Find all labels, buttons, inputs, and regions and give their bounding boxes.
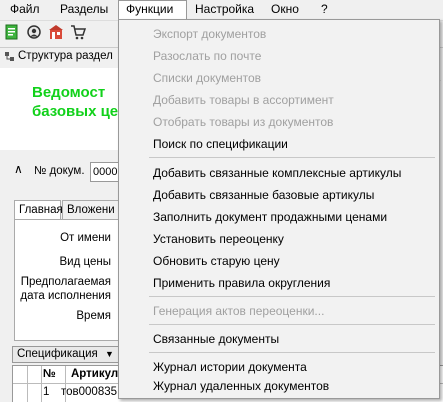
menu-separator (149, 352, 435, 353)
menu-item-fill-sale-prices[interactable]: Заполнить документ продажными ценами (153, 209, 387, 225)
structure-label[interactable]: Структура раздел (18, 50, 113, 62)
menu-item-add-base-articles[interactable]: Добавить связанные базовые артикулы (153, 187, 374, 203)
menu-item-document-history-log[interactable]: Журнал истории документа (153, 359, 307, 375)
dropdown-arrow-icon: ▼ (104, 349, 114, 359)
menu-item-generate-revaluation-acts[interactable]: Генерация актов переоценки... (153, 303, 324, 319)
menu-sections[interactable]: Разделы (57, 0, 111, 19)
functions-menu: Экспорт документов Разослать по почте Сп… (118, 19, 440, 399)
price-type-label: Вид цены (59, 256, 111, 268)
gear-person-icon[interactable] (26, 24, 42, 40)
spec-button[interactable]: Спецификация ▼ (12, 346, 119, 363)
menu-item-document-lists[interactable]: Списки документов (153, 70, 261, 86)
menu-separator (149, 157, 435, 158)
menu-help[interactable]: ? (318, 0, 331, 19)
tree-icon (5, 52, 14, 61)
menu-item-send-by-mail[interactable]: Разослать по почте (153, 48, 261, 64)
menu-item-search-spec[interactable]: Поиск по спецификации (153, 136, 288, 152)
menu-item-add-complex-articles[interactable]: Добавить связанные комплексные артикулы (153, 165, 401, 181)
tab-attachments[interactable]: Вложени (62, 200, 122, 220)
document-title-line2: базовых це (32, 103, 119, 120)
expected-date-label-2: дата исполнения (20, 290, 111, 302)
menu-item-export-documents[interactable]: Экспорт документов (153, 26, 266, 42)
collapse-chevron-icon[interactable]: ∧ (14, 162, 23, 176)
row-no[interactable]: 1 (43, 386, 49, 398)
new-document-icon[interactable] (4, 24, 20, 40)
menu-bar: Файл Разделы Функции Настройка Окно ? (0, 0, 443, 19)
menu-settings[interactable]: Настройка (192, 0, 257, 19)
menu-file[interactable]: Файл (7, 0, 43, 19)
menu-item-select-from-documents[interactable]: Отобрать товары из документов (153, 114, 333, 130)
menu-item-update-old-price[interactable]: Обновить старую цену (153, 253, 280, 269)
menu-window[interactable]: Окно (268, 0, 302, 19)
menu-separator (149, 324, 435, 325)
menu-item-related-documents[interactable]: Связанные документы (153, 331, 279, 347)
menu-item-apply-rounding[interactable]: Применить правила округления (153, 275, 330, 291)
col-no-header[interactable]: № (43, 368, 56, 380)
menu-item-set-revaluation[interactable]: Установить переоценку (153, 231, 284, 247)
menu-item-deleted-documents-log[interactable]: Журнал удаленных документов (153, 378, 329, 394)
row-article[interactable]: тов000835 (61, 386, 117, 398)
menu-item-add-to-assortment[interactable]: Добавить товары в ассортимент (153, 92, 334, 108)
col-article-header[interactable]: Артикул (71, 368, 118, 380)
spec-button-label: Спецификация (17, 348, 98, 360)
menu-separator (149, 296, 435, 297)
shop-icon[interactable] (48, 24, 64, 40)
expected-date-label-1: Предполагаемая (20, 276, 111, 288)
doc-number-label: № докум. (34, 165, 85, 177)
tab-main[interactable]: Главная (14, 200, 63, 220)
document-title-line1: Ведомост (32, 84, 106, 101)
menu-functions[interactable]: Функции (118, 0, 187, 19)
cart-icon[interactable] (70, 24, 86, 40)
from-label: От имени (60, 232, 111, 244)
time-label: Время (76, 310, 111, 322)
